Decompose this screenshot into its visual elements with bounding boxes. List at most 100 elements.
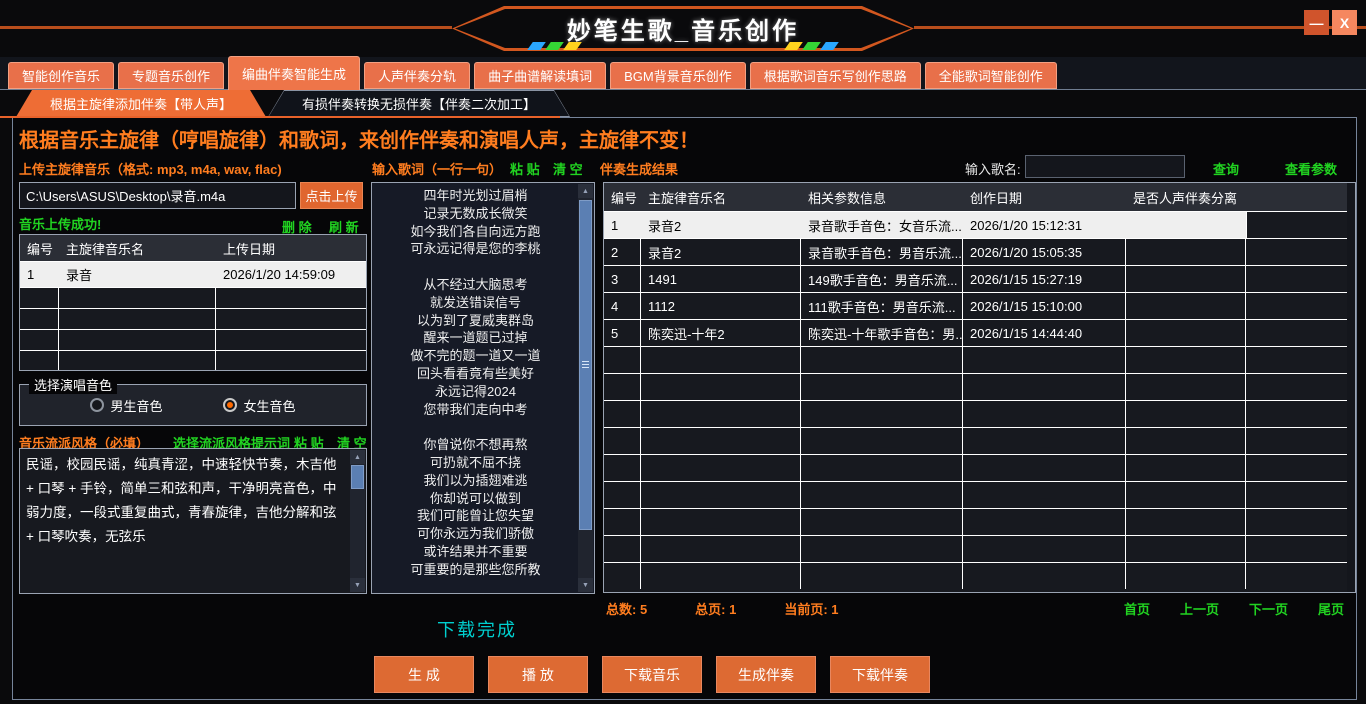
song-name-label: 输入歌名: bbox=[965, 159, 1021, 178]
genre-text: 民谣，校园民谣，纯真青涩，中速轻快节奏，木吉他 + 口琴 + 手铃，简单三和弦和… bbox=[26, 453, 346, 589]
genre-scrollbar[interactable]: ▲ ▼ bbox=[350, 450, 365, 592]
main-tab-8[interactable]: 全能歌词智能创作 bbox=[925, 62, 1057, 89]
main-tab-1[interactable]: 智能创作音乐 bbox=[8, 62, 114, 89]
download-music-button[interactable]: 下载音乐 bbox=[602, 656, 702, 693]
table-cell bbox=[1246, 563, 1347, 589]
table-cell bbox=[963, 374, 1126, 400]
table-cell bbox=[641, 401, 801, 427]
minimize-button[interactable]: — bbox=[1304, 10, 1329, 35]
column-header: 主旋律音乐名 bbox=[641, 183, 801, 211]
table-cell: 2026/1/20 14:59:09 bbox=[216, 262, 366, 287]
scroll-down-icon[interactable]: ▼ bbox=[578, 578, 593, 592]
table-cell bbox=[216, 330, 366, 350]
generate-button[interactable]: 生 成 bbox=[374, 656, 474, 693]
table-row[interactable]: 1录音2录音歌手音色：女音乐流...2026/1/20 15:12:31 bbox=[604, 211, 1355, 238]
scrollbar-thumb[interactable] bbox=[351, 465, 364, 489]
results-table[interactable]: 编号主旋律音乐名相关参数信息创作日期是否人声伴奏分离1录音2录音歌手音色：女音乐… bbox=[603, 182, 1356, 593]
table-cell bbox=[59, 330, 216, 350]
file-path-input[interactable] bbox=[19, 182, 296, 209]
subtab-2[interactable]: 有损伴奏转换无损伴奏【伴奏二次加工】 bbox=[268, 90, 570, 117]
table-cell bbox=[604, 401, 641, 427]
generate-accompaniment-button[interactable]: 生成伴奏 bbox=[716, 656, 816, 693]
table-cell bbox=[604, 563, 641, 589]
prev-page-link[interactable]: 上一页 bbox=[1180, 599, 1219, 618]
main-tab-5[interactable]: 曲子曲谱解读填词 bbox=[474, 62, 606, 89]
radio-label: 男生音色 bbox=[110, 396, 162, 415]
lyrics-textarea[interactable]: 四年时光划过眉梢 记录无数成长微笑 如今我们各自向远方跑 可永远记得是您的李桃 … bbox=[371, 182, 595, 594]
table-cell bbox=[1126, 347, 1246, 373]
upload-section-label: 上传主旋律音乐（格式: mp3, m4a, wav, flac) bbox=[19, 159, 282, 178]
table-cell bbox=[1126, 320, 1246, 346]
radio-female-voice[interactable]: 女生音色 bbox=[223, 396, 295, 415]
table-cell bbox=[641, 509, 801, 535]
play-button[interactable]: 播 放 bbox=[488, 656, 588, 693]
lyrics-scrollbar[interactable]: ▲ ▼ bbox=[578, 184, 593, 592]
table-cell bbox=[1246, 536, 1347, 562]
table-cell bbox=[1126, 455, 1246, 481]
scroll-down-icon[interactable]: ▼ bbox=[350, 578, 365, 592]
table-row[interactable]: 31491149歌手音色：男音乐流...2026/1/15 15:27:19 bbox=[604, 265, 1355, 292]
main-tab-6[interactable]: BGM背景音乐创作 bbox=[610, 62, 746, 89]
radio-label: 女生音色 bbox=[243, 396, 295, 415]
table-row[interactable]: 5陈奕迅-十年2陈奕迅-十年歌手音色：男...2026/1/15 14:44:4… bbox=[604, 319, 1355, 346]
table-header-row: 编号主旋律音乐名相关参数信息创作日期是否人声伴奏分离 bbox=[604, 183, 1355, 211]
subtab-bar: 根据主旋律添加伴奏【带人声】有损伴奏转换无损伴奏【伴奏二次加工】 bbox=[0, 90, 1366, 117]
totals-row: 总数: 5 总页: 1 当前页: 1 bbox=[606, 599, 839, 618]
upload-status-text: 音乐上传成功! bbox=[19, 214, 101, 233]
title-decor-line-right bbox=[914, 26, 1366, 29]
scroll-up-icon[interactable]: ▲ bbox=[350, 450, 365, 464]
table-cell bbox=[1246, 320, 1347, 346]
results-scrollbar[interactable] bbox=[1347, 183, 1355, 592]
lyrics-paste-link[interactable]: 粘 贴 bbox=[510, 159, 540, 178]
main-tab-7[interactable]: 根据歌词音乐写创作思路 bbox=[750, 62, 921, 89]
table-cell bbox=[963, 563, 1126, 589]
table-cell bbox=[1126, 293, 1246, 319]
title-emblem: 妙笔生歌_音乐创作 bbox=[452, 6, 914, 51]
subtab-label: 根据主旋律添加伴奏【带人声】 bbox=[16, 90, 266, 117]
table-cell bbox=[801, 374, 963, 400]
genre-textarea[interactable]: 民谣，校园民谣，纯真青涩，中速轻快节奏，木吉他 + 口琴 + 手铃，简单三和弦和… bbox=[19, 448, 367, 594]
main-tab-2[interactable]: 专题音乐创作 bbox=[118, 62, 224, 89]
table-cell: 5 bbox=[604, 320, 641, 346]
upload-button[interactable]: 点击上传 bbox=[300, 182, 363, 209]
scroll-up-icon[interactable]: ▲ bbox=[578, 184, 593, 198]
radio-icon bbox=[90, 398, 104, 412]
main-tab-4[interactable]: 人声伴奏分轨 bbox=[364, 62, 470, 89]
table-cell: 1 bbox=[604, 212, 641, 238]
table-empty-row bbox=[604, 346, 1355, 373]
radio-male-voice[interactable]: 男生音色 bbox=[90, 396, 162, 415]
table-cell bbox=[641, 428, 801, 454]
view-params-link[interactable]: 查看参数 bbox=[1285, 159, 1337, 178]
table-cell: 录音歌手音色：女音乐流... bbox=[801, 212, 963, 238]
radio-icon bbox=[223, 398, 237, 412]
table-cell bbox=[641, 347, 801, 373]
table-cell bbox=[641, 563, 801, 589]
table-cell bbox=[1246, 239, 1347, 265]
close-button[interactable]: X bbox=[1332, 10, 1357, 35]
next-page-link[interactable]: 下一页 bbox=[1249, 599, 1288, 618]
column-header: 创作日期 bbox=[963, 183, 1126, 211]
download-accompaniment-button[interactable]: 下载伴奏 bbox=[830, 656, 930, 693]
table-row[interactable]: 2录音2录音歌手音色：男音乐流...2026/1/20 15:05:35 bbox=[604, 238, 1355, 265]
table-cell bbox=[963, 347, 1126, 373]
table-cell bbox=[20, 309, 59, 329]
table-cell bbox=[604, 536, 641, 562]
scrollbar-thumb[interactable] bbox=[579, 200, 592, 530]
table-cell bbox=[1246, 509, 1347, 535]
table-cell bbox=[20, 288, 59, 308]
table-empty-row bbox=[604, 535, 1355, 562]
subtab-1[interactable]: 根据主旋律添加伴奏【带人声】 bbox=[16, 90, 266, 117]
lyrics-section-label: 输入歌词（一行一句） bbox=[372, 159, 502, 178]
table-cell: 1112 bbox=[641, 293, 801, 319]
query-button[interactable]: 查询 bbox=[1213, 159, 1239, 178]
last-page-link[interactable]: 尾页 bbox=[1318, 599, 1344, 618]
table-cell bbox=[963, 509, 1126, 535]
lyrics-clear-link[interactable]: 清 空 bbox=[553, 159, 583, 178]
table-row[interactable]: 1录音2026/1/20 14:59:09 bbox=[20, 261, 366, 287]
song-name-input[interactable] bbox=[1025, 155, 1185, 178]
table-cell bbox=[801, 482, 963, 508]
table-row[interactable]: 41112111歌手音色：男音乐流...2026/1/15 15:10:00 bbox=[604, 292, 1355, 319]
main-tab-3[interactable]: 编曲伴奏智能生成 bbox=[228, 56, 360, 90]
upload-table[interactable]: 编号主旋律音乐名上传日期1录音2026/1/20 14:59:09 bbox=[19, 234, 367, 371]
first-page-link[interactable]: 首页 bbox=[1124, 599, 1150, 618]
